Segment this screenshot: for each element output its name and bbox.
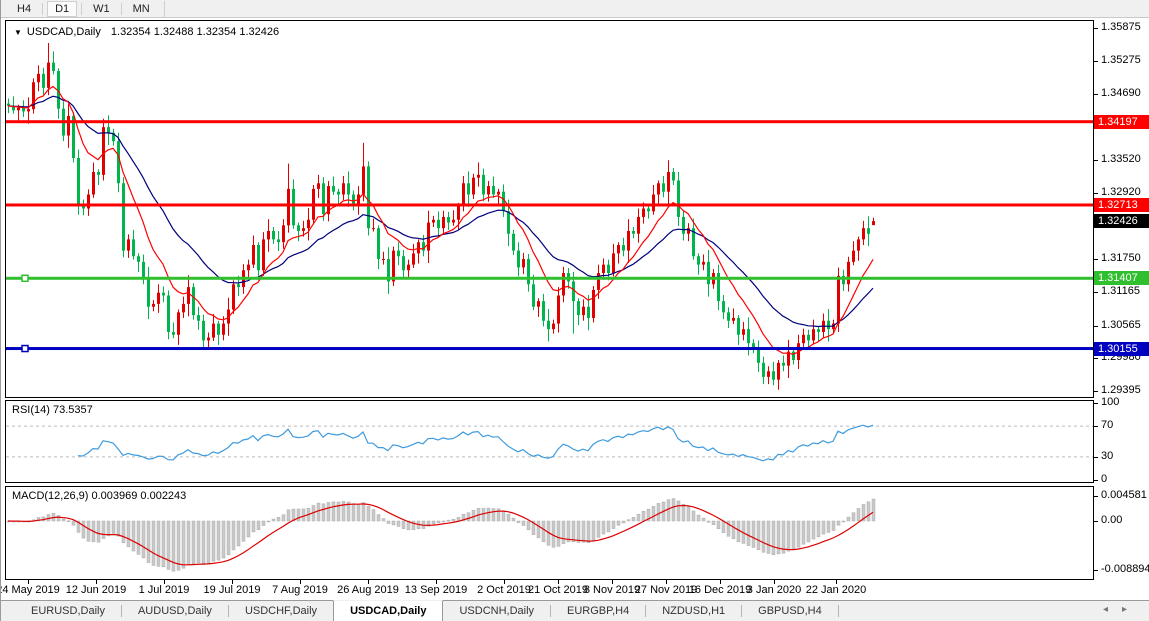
rsi-tick-label: 100 xyxy=(1101,396,1119,408)
date-tick-label: 21 Oct 2019 xyxy=(528,584,588,596)
toolbar-separator xyxy=(42,3,43,15)
macd-tick-mark xyxy=(1094,496,1098,497)
hline-price-tag: 1.31407 xyxy=(1094,271,1149,285)
timeframe-toolbar: H4 D1 W1 MN xyxy=(1,0,1149,18)
price-tick-label: 1.31165 xyxy=(1101,285,1140,297)
rsi-tick-mark xyxy=(1094,403,1098,404)
price-tick-mark xyxy=(1094,226,1098,227)
rsi-tick-label: 30 xyxy=(1101,450,1113,462)
date-tick-label: 2 Oct 2019 xyxy=(477,584,531,596)
current-price-tag: 1.32426 xyxy=(1094,214,1149,228)
rsi-tick-mark xyxy=(1094,457,1098,458)
tab-separator xyxy=(838,605,839,617)
main-chart-panel[interactable]: ▼ USDCAD,Daily 1.32354 1.32488 1.32354 1.3… xyxy=(5,20,1094,398)
chart-tab-bar: EURUSD,DailyAUDUSD,DailyUSDCHF,DailyUSDC… xyxy=(1,600,1149,621)
price-tick-label: 1.32335 xyxy=(1101,219,1141,231)
price-tick-label: 1.31750 xyxy=(1101,252,1141,264)
chart-symbol: USDCAD,Daily xyxy=(27,26,101,38)
toolbar-separator xyxy=(164,1,165,17)
rsi-label: RSI(14) 73.5357 xyxy=(12,404,93,416)
tab-scroll-left-icon[interactable]: ◂ xyxy=(1103,604,1122,615)
price-tick-label: 1.29395 xyxy=(1101,384,1141,396)
price-tick-mark xyxy=(1094,292,1098,293)
macd-panel[interactable]: MACD(12,26,9) 0.003969 0.002243 xyxy=(5,486,1094,580)
date-tick-label: 7 Aug 2019 xyxy=(272,584,328,596)
date-tick-label: 3 Jan 2020 xyxy=(747,584,801,596)
date-tick-label: 13 Sep 2019 xyxy=(405,584,467,596)
price-tick-mark xyxy=(1094,28,1098,29)
price-tick-label: 1.34690 xyxy=(1101,87,1141,99)
rsi-tick-label: 0 xyxy=(1101,473,1107,485)
date-tick-label: 24 May 2019 xyxy=(0,584,60,596)
macd-label: MACD(12,26,9) 0.003969 0.002243 xyxy=(12,490,186,502)
timeframe-button-mn[interactable]: MN xyxy=(126,1,157,17)
tab-scroll-right-icon[interactable]: ▸ xyxy=(1122,604,1141,615)
tab-eurgbp-h4[interactable]: EURGBP,H4 xyxy=(551,601,645,621)
date-tick-label: 19 Jul 2019 xyxy=(204,584,261,596)
tab-gbpusd-h4[interactable]: GBPUSD,H4 xyxy=(742,601,838,621)
candlestick-chart[interactable] xyxy=(6,21,1093,397)
price-tick-label: 1.34105 xyxy=(1101,120,1141,132)
price-tick-mark xyxy=(1094,358,1098,359)
price-tick-mark xyxy=(1094,193,1098,194)
price-tick-label: 1.29980 xyxy=(1101,351,1141,363)
price-tick-mark xyxy=(1094,127,1098,128)
price-tick-label: 1.33520 xyxy=(1101,153,1141,165)
tab-usdcad-daily[interactable]: USDCAD,Daily xyxy=(333,600,443,621)
tab-audusd-daily[interactable]: AUDUSD,Daily xyxy=(122,601,228,621)
tab-scroll-arrows[interactable]: ◂▸ xyxy=(1103,604,1141,615)
macd-tick-label: 0.00 xyxy=(1101,514,1122,526)
chart-title: ▼ USDCAD,Daily 1.32354 1.32488 1.32354 1.3… xyxy=(14,26,279,38)
tab-usdcnh-daily[interactable]: USDCNH,Daily xyxy=(443,601,550,621)
price-tick-mark xyxy=(1094,61,1098,62)
price-tick-label: 1.35875 xyxy=(1101,21,1141,33)
tab-nzdusd-h1[interactable]: NZDUSD,H1 xyxy=(646,601,741,621)
toolbar-separator xyxy=(121,3,122,15)
price-tick-label: 1.30565 xyxy=(1101,319,1141,331)
macd-tick-mark xyxy=(1094,570,1098,571)
tab-usdchf-daily[interactable]: USDCHF,Daily xyxy=(229,601,333,621)
hline-price-tag: 1.30155 xyxy=(1094,342,1149,356)
timeframe-button-h4[interactable]: H4 xyxy=(10,1,38,17)
timeframe-button-w1[interactable]: W1 xyxy=(86,1,117,17)
rsi-tick-mark xyxy=(1094,480,1098,481)
price-tick-mark xyxy=(1094,326,1098,327)
date-axis: 24 May 2019 12 Jun 2019 1 Jul 2019 19 Jul 2… xyxy=(1,580,1149,600)
date-tick-label: 26 Aug 2019 xyxy=(337,584,399,596)
date-tick-label: 8 Nov 2019 xyxy=(584,584,640,596)
toolbar-separator xyxy=(81,3,82,15)
symbol-dropdown-icon[interactable]: ▼ xyxy=(14,28,22,37)
macd-tick-mark xyxy=(1094,521,1098,522)
macd-tick-label: -0.008894 xyxy=(1101,563,1149,575)
trading-terminal-window: H4 D1 W1 MN ▼ USDCAD,Daily 1.32354 1.32488 1.… xyxy=(0,0,1149,621)
date-tick-label: 16 Dec 2019 xyxy=(689,584,751,596)
rsi-plot[interactable] xyxy=(6,401,1093,482)
macd-tick-label: 0.004581 xyxy=(1101,489,1147,501)
hline-price-tag: 1.34197 xyxy=(1094,115,1149,129)
date-tick-label: 12 Jun 2019 xyxy=(66,584,127,596)
hline-price-tag: 1.32713 xyxy=(1094,198,1149,212)
price-tick-mark xyxy=(1094,259,1098,260)
price-tick-mark xyxy=(1094,160,1098,161)
date-tick-label: 22 Jan 2020 xyxy=(806,584,867,596)
tab-eurusd-daily[interactable]: EURUSD,Daily xyxy=(15,601,121,621)
rsi-tick-mark xyxy=(1094,426,1098,427)
date-tick-label: 1 Jul 2019 xyxy=(139,584,190,596)
price-tick-mark xyxy=(1094,391,1098,392)
price-tick-mark xyxy=(1094,94,1098,95)
rsi-tick-label: 70 xyxy=(1101,419,1113,431)
price-tick-label: 1.32920 xyxy=(1101,186,1141,198)
price-tick-label: 1.35275 xyxy=(1101,54,1141,66)
chart-ohlc-values: 1.32354 1.32488 1.32354 1.32426 xyxy=(111,26,279,38)
timeframe-button-d1[interactable]: D1 xyxy=(47,1,77,17)
rsi-panel[interactable]: RSI(14) 73.5357 xyxy=(5,400,1094,483)
